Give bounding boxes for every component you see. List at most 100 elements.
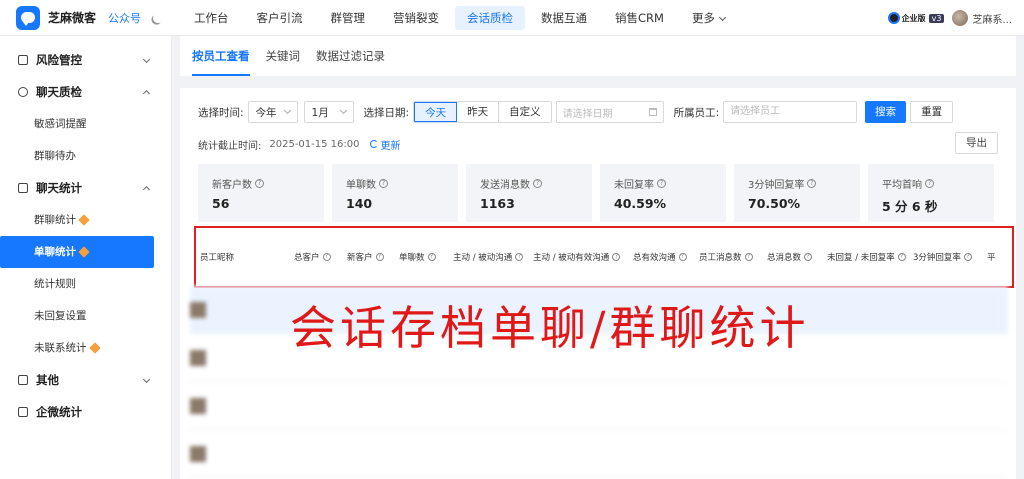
help-icon[interactable]: ? xyxy=(804,253,813,261)
table-column-header[interactable]: 总有效沟通? xyxy=(633,251,699,263)
tab[interactable]: 按员工查看 xyxy=(192,36,250,76)
stat-value: 5 分 6 秒 xyxy=(882,199,938,214)
theme-moon-icon[interactable] xyxy=(152,11,165,24)
date-option-button[interactable]: 昨天 xyxy=(457,102,500,122)
table-column-header[interactable]: 新客户? xyxy=(347,251,399,263)
nav-item[interactable]: 工作台 xyxy=(182,6,241,30)
stat-card: 单聊数? 140 xyxy=(332,164,458,222)
table-column-header[interactable]: 平 xyxy=(987,251,1007,263)
nav-item[interactable]: 销售CRM xyxy=(603,6,676,30)
help-icon[interactable]: ? xyxy=(925,179,934,188)
sidebar-item[interactable]: 敏感词提醒 xyxy=(0,108,171,140)
help-icon[interactable]: ? xyxy=(657,179,666,188)
date-quick-select: 今天 昨天 自定义 xyxy=(413,101,552,123)
stat-label: 3分钟回复率? xyxy=(748,176,846,191)
help-icon[interactable]: ? xyxy=(322,253,331,261)
tab[interactable]: 数据过滤记录 xyxy=(316,36,385,76)
user-name[interactable]: 芝麻系... xyxy=(972,11,1012,26)
sidebar-item-label: 敏感词提醒 xyxy=(34,118,87,130)
date-label: 选择日期: xyxy=(363,106,410,119)
nav-item[interactable]: 群管理 xyxy=(319,6,378,30)
sidebar-group[interactable]: 聊天质检 xyxy=(0,76,171,108)
search-button[interactable]: 搜索 xyxy=(865,101,907,123)
help-icon[interactable]: ? xyxy=(897,253,906,261)
sidebar-group[interactable]: 企微统计 xyxy=(0,396,171,428)
stat-value: 1163 xyxy=(480,196,515,211)
table-column-header[interactable]: 未回复 / 未回复率? xyxy=(827,251,913,263)
date-option-button[interactable]: 今天 xyxy=(414,102,458,122)
sidebar-item-label: 未联系统计 xyxy=(34,342,87,354)
cutoff-label: 统计截止时间: xyxy=(198,140,262,152)
nav-item[interactable]: 营销裂变 xyxy=(381,6,451,30)
sidebar-item[interactable]: 单聊统计 xyxy=(0,236,154,268)
table-column-header[interactable]: 主动 / 被动有效沟通? xyxy=(533,251,633,263)
export-button[interactable]: 导出 xyxy=(955,132,998,154)
table-header: 员工昵称 总客户? 新客户? 单聊数? 主动 / 被动沟通? 主动 / 被动有效沟通? 总有… xyxy=(194,226,1014,288)
table-column-header[interactable]: 3分钟回复率? xyxy=(913,251,987,263)
help-icon[interactable]: ? xyxy=(807,179,817,188)
cutoff-time: 2025-01-15 16:00 xyxy=(269,138,360,150)
refresh-button[interactable]: 更新 xyxy=(369,137,401,152)
nav-item[interactable]: 数据互通 xyxy=(529,6,599,30)
help-icon[interactable]: ? xyxy=(612,253,621,261)
sidebar-item[interactable]: 统计规则 xyxy=(0,268,171,300)
help-icon[interactable]: ? xyxy=(379,179,388,188)
table-column-header[interactable]: 员工昵称 xyxy=(200,251,294,263)
edition-badge: 企业版 xyxy=(887,12,926,24)
table-column-header[interactable]: 主动 / 被动沟通? xyxy=(453,251,533,263)
sidebar-item-label: 群聊统计 xyxy=(34,214,76,226)
app-logo-icon[interactable] xyxy=(16,5,40,30)
stat-label: 单聊数? xyxy=(346,176,444,191)
table-row[interactable] xyxy=(190,382,1008,430)
year-select[interactable]: 今年 xyxy=(247,101,298,123)
chevron-down-icon xyxy=(142,375,151,384)
overlay-caption: 会话存档单聊/群聊统计 xyxy=(290,301,810,355)
table-row[interactable] xyxy=(190,430,1008,478)
nav-item-label: 客户引流 xyxy=(256,10,303,25)
tab-bar: 按员工查看 关键词 数据过滤记录 xyxy=(180,36,1016,76)
stat-card: 平均首响? 5 分 6 秒 xyxy=(868,164,994,222)
sidebar-group[interactable]: 聊天统计 xyxy=(0,172,171,204)
avatar[interactable] xyxy=(952,10,969,26)
table-column-header[interactable]: 总消息数? xyxy=(767,251,827,263)
tab[interactable]: 关键词 xyxy=(266,36,301,76)
help-icon[interactable]: ? xyxy=(375,253,384,261)
sidebar-group[interactable]: 风险管控 xyxy=(0,44,171,76)
column-label: 未回复 / 未回复率 xyxy=(827,253,895,263)
stat-label: 未回复率? xyxy=(614,176,712,191)
help-icon[interactable]: ? xyxy=(678,253,687,261)
sidebar-item-label: 单聊统计 xyxy=(34,246,76,258)
sidebar-item[interactable]: 群聊统计 xyxy=(0,204,171,236)
sidebar-item[interactable]: 未联系统计 xyxy=(0,332,171,364)
help-icon[interactable]: ? xyxy=(963,253,972,261)
stat-label: 平均首响? xyxy=(882,176,980,191)
stat-label-text: 平均首响 xyxy=(882,180,922,191)
month-select[interactable]: 1月 xyxy=(303,101,354,123)
top-bar: 芝麻微客 公众号 工作台 客户引流 群管理 营销裂变 会话质检 数据互通 销售CRM 更多 企… xyxy=(0,0,1024,36)
reset-button[interactable]: 重置 xyxy=(910,101,954,123)
sidebar-group-label: 聊天质检 xyxy=(36,85,82,99)
staff-input[interactable]: 请选择员工 xyxy=(723,101,858,123)
official-account-link[interactable]: 公众号 xyxy=(108,10,141,26)
table-column-header[interactable]: 总客户? xyxy=(294,251,347,263)
main-nav: 工作台 客户引流 群管理 营销裂变 会话质检 数据互通 销售CRM 更多 xyxy=(182,0,741,36)
nav-item[interactable]: 客户引流 xyxy=(245,6,315,30)
help-icon[interactable]: ? xyxy=(255,179,264,188)
help-icon[interactable]: ? xyxy=(744,253,753,261)
sidebar-item[interactable]: 未回复设置 xyxy=(0,300,171,332)
date-picker-input[interactable]: 请选择日期 xyxy=(555,101,664,123)
nav-item[interactable]: 会话质检 xyxy=(455,5,525,30)
sidebar-group[interactable]: 其他 xyxy=(0,364,171,396)
table-column-header[interactable]: 员工消息数? xyxy=(699,251,767,263)
version-badge: v3 xyxy=(928,13,945,23)
help-icon[interactable]: ? xyxy=(533,179,542,188)
chevron-down-icon xyxy=(142,55,151,64)
nav-item[interactable]: 更多 xyxy=(680,6,737,30)
help-icon[interactable]: ? xyxy=(427,253,436,261)
column-label: 平 xyxy=(987,253,996,263)
meta-row: 统计截止时间: 2025-01-15 16:00 更新 导出 xyxy=(198,132,998,154)
table-column-header[interactable]: 单聊数? xyxy=(399,251,453,263)
sidebar-item[interactable]: 群聊待办 xyxy=(0,140,171,172)
date-option-button[interactable]: 自定义 xyxy=(499,102,551,122)
help-icon[interactable]: ? xyxy=(515,253,524,261)
